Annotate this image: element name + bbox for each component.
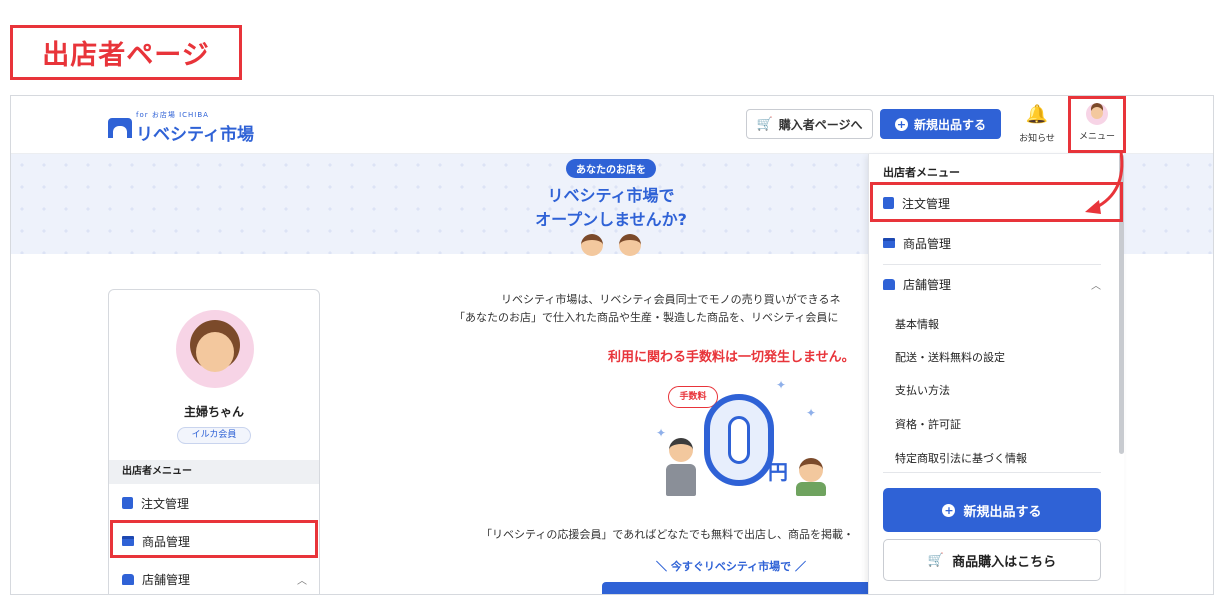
submenu-shipping[interactable]: 配送・送料無料の設定 (895, 349, 1005, 365)
logo-mark-icon (108, 117, 132, 138)
cart-icon: 🛒 (927, 552, 945, 568)
chevron-up-icon: ︿ (1091, 280, 1101, 292)
intro-line1: リベシティ市場は、リベシティ会員同士でモノの売り買いができるネ (501, 293, 841, 306)
profile-name: 主婦ちゃん (183, 405, 244, 419)
person-illustration (666, 438, 696, 498)
dropdown-new-listing-button[interactable]: + 新規出品する (883, 488, 1101, 532)
bell-icon: 🔔 (1025, 104, 1049, 125)
sparkle-icon: ✦ (656, 426, 667, 440)
fee-bubble: 手数料 (668, 386, 718, 408)
menu-item-products[interactable]: 商品管理 (869, 224, 1115, 262)
cta-button[interactable] (602, 582, 882, 594)
new-listing-button[interactable]: + 新規出品する (880, 109, 1001, 139)
store-icon (122, 573, 134, 585)
plus-circle-icon: + (894, 117, 908, 131)
sidebar-item-label: 注文管理 (141, 496, 190, 511)
supporter-line: 「リベシティの応援会員」であればどなたでも無料で出店し、商品を掲載・ (481, 528, 855, 541)
banner-line2: オープンしませんか? (535, 210, 687, 229)
cart-icon: 🛒 (756, 116, 773, 132)
submenu-commerce-law[interactable]: 特定商取引法に基づく情報 (895, 450, 1027, 466)
banner-content: あなたのお店を リベシティ市場で オープンしませんか? (481, 158, 741, 256)
submenu-licenses[interactable]: 資格・許可証 (895, 416, 961, 432)
sidebar-item-orders[interactable]: 注文管理 (109, 484, 319, 522)
screenshot-root: 出店者ページ for お店場 ICHIBA リベシティ市場 🛒 購入者ページへ … (0, 0, 1220, 597)
dropdown-buy-label: 商品購入はこちら (952, 554, 1057, 570)
logo-small-text: for お店場 ICHIBA (136, 111, 209, 119)
browser-frame: for お店場 ICHIBA リベシティ市場 🛒 購入者ページへ + 新規出品す… (10, 95, 1214, 595)
person-illustration (796, 458, 826, 498)
buyer-page-label: 購入者ページへ (778, 117, 863, 132)
menu-item-store[interactable]: 店舗管理 ︿ (869, 265, 1115, 303)
plus-circle-icon: + (942, 503, 956, 517)
banner-line1: リベシティ市場で (547, 186, 675, 205)
menu-label: メニュー (1078, 132, 1115, 142)
submenu-basic-info[interactable]: 基本情報 (895, 316, 939, 332)
store-icon (883, 278, 895, 290)
notifications-button[interactable]: 🔔 お知らせ (1017, 104, 1057, 145)
dropdown-title: 出店者メニュー (883, 166, 960, 179)
zero-figure (704, 394, 774, 486)
fee-notice: 利用に関わる手数料は一切発生しません。 (608, 350, 855, 365)
buyer-page-button[interactable]: 🛒 購入者ページへ (746, 109, 873, 139)
character-face-icon (581, 234, 603, 256)
sparkle-icon: ✦ (806, 406, 817, 420)
box-icon (883, 238, 895, 248)
dropdown-buy-button[interactable]: 🛒 商品購入はこちら (883, 539, 1101, 581)
zero-fee-illustration: 手数料 円 ✦ ✦ ✦ (656, 378, 846, 511)
new-listing-label: 新規出品する (913, 117, 986, 132)
yen-suffix: 円 (768, 460, 788, 484)
submenu-payment[interactable]: 支払い方法 (895, 382, 950, 398)
page-label: 出店者ページ (42, 40, 210, 71)
sparkle-icon: ✦ (776, 378, 787, 392)
character-face-icon (619, 234, 641, 256)
clipboard-icon (122, 497, 133, 509)
avatar (1086, 103, 1108, 125)
notifications-label: お知らせ (1019, 134, 1055, 144)
dropdown-new-listing-label: 新規出品する (963, 504, 1042, 520)
page-label-box: 出店者ページ (10, 25, 242, 80)
profile-avatar (176, 310, 254, 388)
menu-divider (883, 472, 1101, 473)
menu-button[interactable]: メニュー (1068, 96, 1126, 153)
menu-item-label: 店舗管理 (903, 277, 952, 292)
cta-heading: ＼ 今すぐリベシティ市場で ／ (656, 560, 806, 573)
banner-illustration (481, 234, 741, 256)
member-badge-label: イルカ会員 (191, 430, 237, 440)
site-header: for お店場 ICHIBA リベシティ市場 🛒 購入者ページへ + 新規出品す… (11, 96, 1213, 154)
banner-pill: あなたのお店を (566, 159, 656, 178)
intro-line2: 「あなたのお店」で仕入れた商品や生産・製造した商品を、リベシティ会員に (454, 311, 839, 324)
seller-menu-heading: 出店者メニュー (109, 460, 319, 484)
chevron-up-icon: ︿ (297, 575, 307, 587)
annotation-arrow-icon (1085, 151, 1124, 214)
sidebar-item-store[interactable]: 店舗管理 ︿ (109, 560, 319, 594)
site-logo[interactable]: for お店場 ICHIBA リベシティ市場 (108, 110, 254, 145)
menu-item-label: 商品管理 (903, 236, 952, 251)
member-badge: イルカ会員 (177, 427, 251, 444)
sidebar-item-label: 店舗管理 (142, 572, 191, 587)
highlight-products (110, 520, 318, 558)
logo-text: リベシティ市場 (136, 125, 254, 145)
